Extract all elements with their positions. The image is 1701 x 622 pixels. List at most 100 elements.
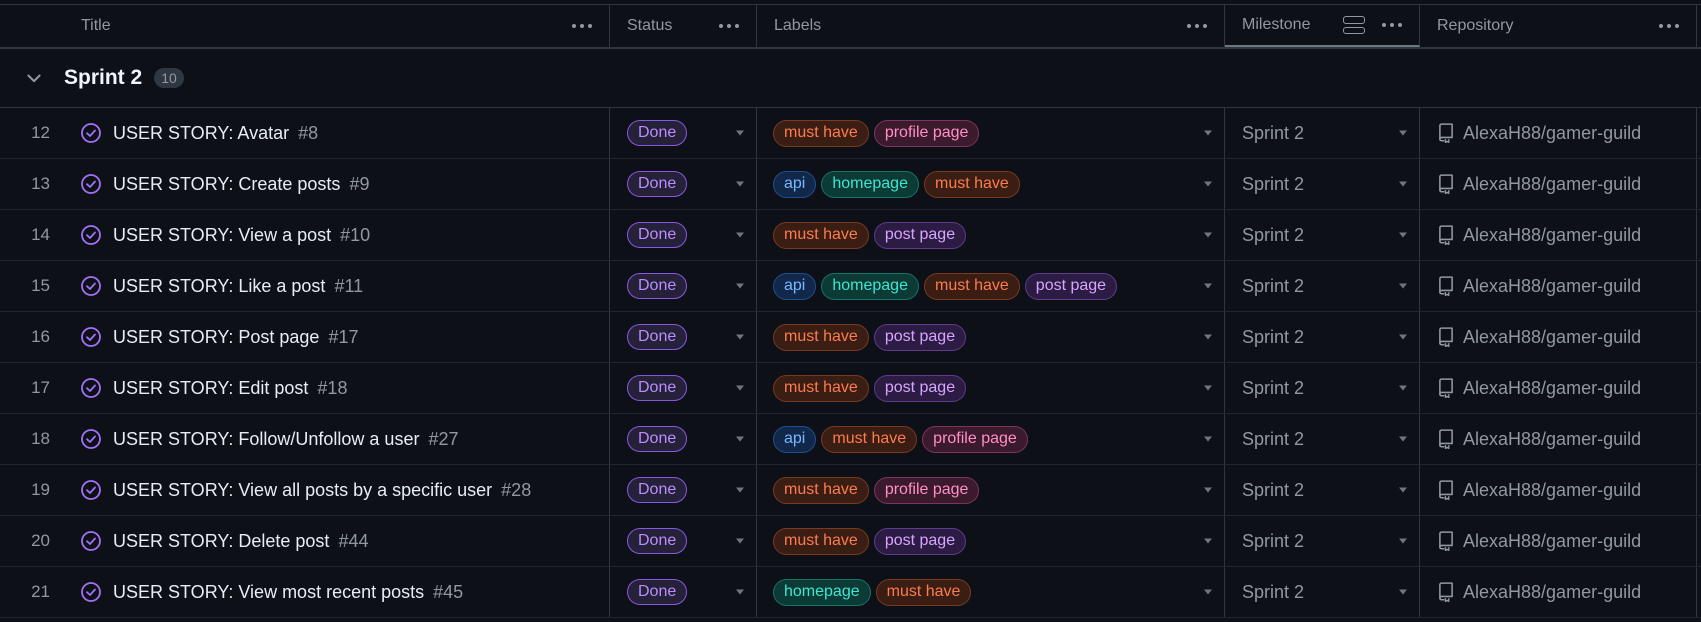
labels-cell[interactable]: api homepage must have [757, 159, 1225, 209]
label-tag[interactable]: api [773, 272, 817, 300]
issue-title-link[interactable]: USER STORY: Avatar [113, 123, 289, 144]
labels-cell[interactable]: must have post page [757, 210, 1225, 260]
milestone-cell[interactable]: Sprint 2 [1225, 210, 1420, 260]
column-menu-icon[interactable] [717, 20, 741, 32]
status-cell[interactable]: Done [610, 516, 757, 566]
dropdown-caret-icon[interactable] [1399, 436, 1407, 442]
label-tag[interactable]: api [773, 170, 817, 198]
dropdown-caret-icon[interactable] [736, 232, 744, 238]
labels-cell[interactable]: must have profile page [757, 465, 1225, 515]
label-tag[interactable]: must have [923, 272, 1020, 300]
label-tag[interactable]: must have [923, 170, 1020, 198]
dropdown-caret-icon[interactable] [1204, 130, 1212, 136]
dropdown-caret-icon[interactable] [1204, 538, 1212, 544]
issue-title-link[interactable]: USER STORY: Like a post [113, 276, 325, 297]
dropdown-caret-icon[interactable] [1204, 334, 1212, 340]
dropdown-caret-icon[interactable] [736, 538, 744, 544]
label-tag[interactable]: post page [1024, 272, 1118, 300]
table-row[interactable]: 14 USER STORY: View a post #10 Done must… [0, 210, 1701, 261]
dropdown-caret-icon[interactable] [1399, 181, 1407, 187]
status-cell[interactable]: Done [610, 465, 757, 515]
dropdown-caret-icon[interactable] [736, 487, 744, 493]
labels-cell[interactable]: must have post page [757, 312, 1225, 362]
dropdown-caret-icon[interactable] [1204, 385, 1212, 391]
labels-cell[interactable]: api homepage must have post page [757, 261, 1225, 311]
table-row[interactable]: 16 USER STORY: Post page #17 Done must h… [0, 312, 1701, 363]
label-tag[interactable]: must have [773, 323, 869, 351]
labels-cell[interactable]: homepage must have [757, 567, 1225, 617]
issue-title-link[interactable]: USER STORY: Edit post [113, 378, 308, 399]
label-tag[interactable]: must have [773, 374, 869, 402]
issue-title-link[interactable]: USER STORY: Delete post [113, 531, 329, 552]
dropdown-caret-icon[interactable] [736, 385, 744, 391]
status-cell[interactable]: Done [610, 261, 757, 311]
dropdown-caret-icon[interactable] [1204, 232, 1212, 238]
column-menu-icon[interactable] [1657, 20, 1681, 32]
label-tag[interactable]: must have [773, 527, 869, 555]
column-header-status[interactable]: Status [610, 5, 757, 47]
dropdown-caret-icon[interactable] [1204, 181, 1212, 187]
status-cell[interactable]: Done [610, 567, 757, 617]
label-tag[interactable]: profile page [873, 119, 980, 147]
dropdown-caret-icon[interactable] [1399, 487, 1407, 493]
dropdown-caret-icon[interactable] [736, 334, 744, 340]
label-tag[interactable]: profile page [873, 476, 980, 504]
label-tag[interactable]: must have [773, 221, 869, 249]
label-tag[interactable]: must have [773, 476, 869, 504]
table-row[interactable]: 21 USER STORY: View most recent posts #4… [0, 567, 1701, 618]
label-tag[interactable]: homepage [821, 170, 919, 198]
issue-title-link[interactable]: USER STORY: View a post [113, 225, 331, 246]
dropdown-caret-icon[interactable] [1399, 283, 1407, 289]
dropdown-caret-icon[interactable] [1204, 487, 1212, 493]
dropdown-caret-icon[interactable] [1399, 385, 1407, 391]
labels-cell[interactable]: must have post page [757, 363, 1225, 413]
issue-title-link[interactable]: USER STORY: View all posts by a specific… [113, 480, 492, 501]
column-header-title[interactable]: Title [0, 5, 610, 47]
column-menu-icon[interactable] [570, 20, 594, 32]
status-cell[interactable]: Done [610, 312, 757, 362]
column-header-repository[interactable]: Repository [1420, 5, 1697, 47]
label-tag[interactable]: must have [821, 425, 918, 453]
status-cell[interactable]: Done [610, 159, 757, 209]
milestone-cell[interactable]: Sprint 2 [1225, 465, 1420, 515]
dropdown-caret-icon[interactable] [1399, 334, 1407, 340]
labels-cell[interactable]: must have profile page [757, 108, 1225, 158]
status-cell[interactable]: Done [610, 414, 757, 464]
status-cell[interactable]: Done [610, 108, 757, 158]
dropdown-caret-icon[interactable] [1204, 589, 1212, 595]
milestone-cell[interactable]: Sprint 2 [1225, 414, 1420, 464]
label-tag[interactable]: homepage [773, 578, 871, 606]
milestone-cell[interactable]: Sprint 2 [1225, 363, 1420, 413]
dropdown-caret-icon[interactable] [736, 283, 744, 289]
label-tag[interactable]: post page [873, 374, 967, 402]
milestone-cell[interactable]: Sprint 2 [1225, 261, 1420, 311]
issue-title-link[interactable]: USER STORY: Post page [113, 327, 319, 348]
table-row[interactable]: 12 USER STORY: Avatar #8 Done must have p… [0, 108, 1701, 159]
issue-title-link[interactable]: USER STORY: Create posts [113, 174, 340, 195]
label-tag[interactable]: post page [873, 323, 967, 351]
table-row[interactable]: 18 USER STORY: Follow/Unfollow a user #2… [0, 414, 1701, 465]
milestone-cell[interactable]: Sprint 2 [1225, 567, 1420, 617]
dropdown-caret-icon[interactable] [736, 181, 744, 187]
group-by-icon[interactable] [1343, 16, 1365, 34]
dropdown-caret-icon[interactable] [1399, 130, 1407, 136]
table-row[interactable]: 17 USER STORY: Edit post #18 Done must h… [0, 363, 1701, 414]
dropdown-caret-icon[interactable] [1399, 589, 1407, 595]
label-tag[interactable]: post page [873, 221, 967, 249]
dropdown-caret-icon[interactable] [736, 436, 744, 442]
milestone-cell[interactable]: Sprint 2 [1225, 159, 1420, 209]
label-tag[interactable]: must have [773, 119, 869, 147]
issue-title-link[interactable]: USER STORY: Follow/Unfollow a user [113, 429, 419, 450]
dropdown-caret-icon[interactable] [1204, 436, 1212, 442]
dropdown-caret-icon[interactable] [1399, 232, 1407, 238]
milestone-cell[interactable]: Sprint 2 [1225, 108, 1420, 158]
table-row[interactable]: 20 USER STORY: Delete post #44 Done must… [0, 516, 1701, 567]
label-tag[interactable]: profile page [922, 425, 1028, 453]
column-header-milestone[interactable]: Milestone [1225, 5, 1420, 47]
label-tag[interactable]: homepage [821, 272, 919, 300]
column-header-labels[interactable]: Labels [757, 5, 1225, 47]
label-tag[interactable]: api [773, 425, 817, 453]
dropdown-caret-icon[interactable] [1204, 283, 1212, 289]
status-cell[interactable]: Done [610, 363, 757, 413]
labels-cell[interactable]: api must have profile page [757, 414, 1225, 464]
